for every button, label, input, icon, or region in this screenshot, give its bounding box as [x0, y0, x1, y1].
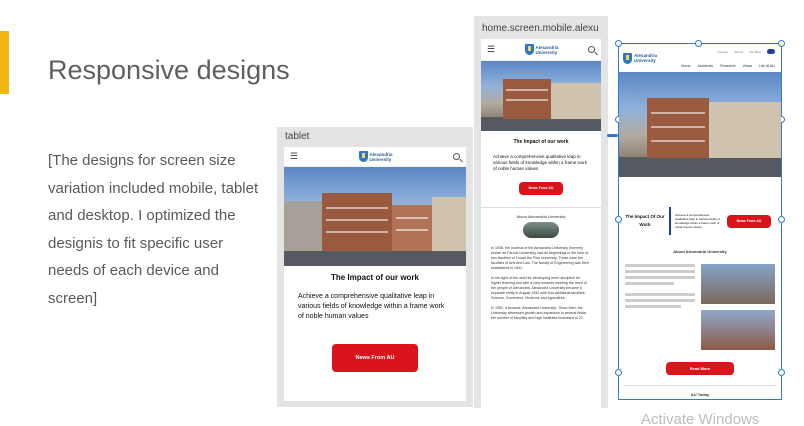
about-image: [523, 222, 559, 238]
news-button[interactable]: News From AU: [519, 182, 563, 195]
logo-text: Alexandria University: [369, 151, 393, 162]
menu-item-home[interactable]: Home: [681, 64, 691, 68]
shield-icon: [524, 44, 534, 55]
slide-title: Responsive designs: [48, 55, 290, 85]
resize-handle[interactable]: [615, 369, 622, 376]
top-menu-item[interactable]: Our Blog: [749, 50, 761, 54]
impact-title: The Impact Of Our Work: [625, 214, 665, 227]
search-icon[interactable]: [453, 153, 460, 160]
impact-text: Achieve a comprehensive qualitative leap…: [493, 154, 588, 171]
history-paragraph-2: In the light of the need for developing …: [491, 276, 587, 300]
impact-title: The Impact of our work: [513, 139, 569, 145]
mobile-screen: ☰ Alexandria University The Impact of ou…: [481, 39, 601, 408]
desktop-menu: Home Academic Research Views Life At AU: [681, 64, 775, 68]
impact-text: Achieve a comprehensive qualitative leap…: [675, 213, 720, 229]
desktop-frame[interactable]: Alexandria University Careers Alumni Our…: [615, 40, 785, 400]
menu-item-life[interactable]: Life At AU: [759, 64, 775, 68]
news-button[interactable]: News From AU: [727, 214, 771, 228]
hero-image: [481, 61, 601, 131]
mobile-frame[interactable]: home.screen.mobile.alexu ☰ Alexandria Un…: [474, 16, 608, 408]
desktop-top-menu: Careers Alumni Our Blog: [717, 50, 761, 54]
impact-text: Achieve a comprehensive qualitative leap…: [298, 293, 445, 320]
hero-image: [284, 167, 466, 266]
university-logo[interactable]: Alexandria University: [524, 44, 559, 55]
slide-body: [The designs for screen size variation i…: [48, 152, 259, 307]
menu-icon[interactable]: ☰: [487, 44, 495, 55]
impact-title: The Impact of our work: [330, 273, 419, 282]
resize-handle[interactable]: [778, 369, 785, 376]
news-button[interactable]: News From AU: [332, 344, 418, 372]
logo-text: Alexandria University: [634, 53, 658, 63]
windows-activation-watermark: Activate Windows: [641, 411, 760, 426]
about-row: [619, 264, 781, 350]
resize-handle[interactable]: [615, 216, 622, 223]
shield-icon: [358, 151, 368, 162]
tablet-screen: ☰ Alexandria University The Impact of ou…: [284, 147, 466, 401]
about-text-block: [625, 264, 695, 350]
read-more-button[interactable]: Read More: [666, 362, 734, 375]
tablet-frame[interactable]: tablet ☰ Alexandria University The Impac…: [277, 127, 473, 407]
au-today-title: AU Today: [690, 392, 710, 397]
logo-text: Alexandria University: [535, 44, 559, 55]
prototype-connector: [607, 134, 618, 137]
tablet-nav: ☰ Alexandria University: [284, 147, 466, 167]
university-logo[interactable]: Alexandria University: [623, 52, 658, 64]
campus-photo: [701, 310, 775, 350]
mobile-frame-label: home.screen.mobile.alexu: [482, 23, 599, 34]
top-menu-item[interactable]: Alumni: [734, 50, 743, 54]
history-paragraph-1: In 1938, the nucleus of the Alexandria U…: [491, 246, 589, 270]
mobile-nav: ☰ Alexandria University: [481, 39, 601, 61]
search-icon[interactable]: [588, 46, 595, 53]
tablet-frame-label: tablet: [285, 131, 310, 142]
menu-item-academic[interactable]: Academic: [698, 64, 714, 68]
about-images: [701, 264, 775, 350]
menu-icon[interactable]: ☰: [290, 151, 298, 162]
shield-icon: [623, 52, 632, 64]
menu-item-views[interactable]: Views: [743, 64, 753, 68]
desktop-nav: Alexandria University Careers Alumni Our…: [619, 44, 781, 72]
about-title: About Alexandria University: [516, 214, 566, 219]
resize-handle[interactable]: [778, 216, 785, 223]
about-title: About Alexandria University: [673, 249, 727, 254]
top-menu-item[interactable]: Careers: [717, 50, 728, 54]
hero-image: [619, 72, 781, 177]
university-logo[interactable]: Alexandria University: [358, 151, 393, 162]
menu-item-research[interactable]: Research: [720, 64, 735, 68]
impact-section: The Impact Of Our Work Achieve a compreh…: [619, 201, 781, 241]
history-paragraph-3: In 1952, it became 'Alexandria Universit…: [491, 306, 587, 320]
accent-bar: [0, 31, 9, 94]
user-toggle[interactable]: [767, 49, 775, 54]
campus-photo: [701, 264, 775, 304]
